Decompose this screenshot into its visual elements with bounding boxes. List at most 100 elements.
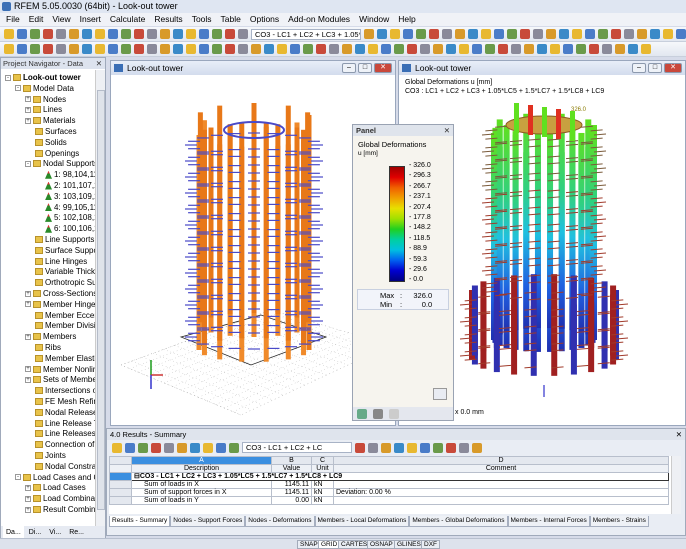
toolbar-button-icon[interactable] — [524, 44, 534, 54]
toolbar-button-icon[interactable] — [238, 44, 248, 54]
toolbar-button-icon[interactable] — [69, 29, 79, 39]
tree-item[interactable]: 4: 99,105,111 — [35, 202, 95, 213]
toolbar-button-icon[interactable] — [455, 29, 465, 39]
tree-item[interactable]: -Load Cases and Combinations — [15, 472, 95, 483]
toolbar-button-icon[interactable] — [420, 44, 430, 54]
toolbar-button-icon[interactable] — [355, 443, 365, 453]
tree-item[interactable]: 2: 101,107,11 — [35, 180, 95, 191]
toolbar-button-icon[interactable] — [4, 44, 14, 54]
toolbar-button-icon[interactable] — [507, 29, 517, 39]
toolbar-button-icon[interactable] — [420, 443, 430, 453]
toolbar-button-icon[interactable] — [407, 44, 417, 54]
tree-item[interactable]: Surfaces — [25, 126, 77, 137]
tree-item[interactable]: Line Hinges — [25, 256, 87, 267]
tree-item[interactable]: Line Releases — [25, 428, 95, 439]
toolbar-button-icon[interactable] — [377, 29, 387, 39]
toolbar-button-icon[interactable] — [641, 44, 651, 54]
expand-icon[interactable]: + — [25, 485, 31, 491]
toolbar-button-icon[interactable] — [472, 443, 482, 453]
toolbar-button-icon[interactable] — [520, 29, 530, 39]
tree-item[interactable]: -Look-out tower — [5, 72, 81, 83]
filter-tab-icon[interactable] — [389, 409, 399, 419]
tree-item[interactable]: FE Mesh Refinements — [25, 396, 95, 407]
toolbar-button-icon[interactable] — [203, 443, 213, 453]
toolbar-button-icon[interactable] — [459, 44, 469, 54]
close-button[interactable]: ✕ — [374, 63, 392, 73]
toolbar-button-icon[interactable] — [160, 44, 170, 54]
toolbar-button-icon[interactable] — [494, 29, 504, 39]
collapse-icon[interactable]: - — [15, 474, 21, 480]
toolbar-button-icon[interactable] — [481, 29, 491, 39]
close-button[interactable]: ✕ — [664, 63, 682, 73]
tree-item[interactable]: Surface Supports — [25, 245, 95, 256]
tree-item[interactable]: +Nodes — [25, 94, 66, 105]
toolbar-button-icon[interactable] — [82, 44, 92, 54]
toolbar-button-icon[interactable] — [82, 29, 92, 39]
tree-item[interactable]: -Model Data — [15, 83, 74, 94]
table-scrollbar[interactable] — [671, 456, 681, 514]
tree-item[interactable]: -Nodal Supports — [25, 158, 95, 169]
toolbar-button-icon[interactable] — [134, 29, 144, 39]
menu-add-on-modules[interactable]: Add-on Modules — [288, 13, 350, 26]
tree-item[interactable]: Solids — [25, 137, 67, 148]
navigator-scrollbar[interactable] — [95, 70, 105, 528]
toolbar-button-icon[interactable] — [433, 443, 443, 453]
toolbar-button-icon[interactable] — [151, 443, 161, 453]
toolbar-button-icon[interactable] — [30, 29, 40, 39]
menu-tools[interactable]: Tools — [192, 13, 212, 26]
menu-edit[interactable]: Edit — [29, 13, 44, 26]
toolbar-button-icon[interactable] — [381, 44, 391, 54]
close-icon[interactable]: ✕ — [444, 125, 450, 136]
toolbar-button-icon[interactable] — [43, 29, 53, 39]
toolbar-button-icon[interactable] — [121, 29, 131, 39]
toolbar-button-icon[interactable] — [95, 44, 105, 54]
grid-toggle[interactable]: GRID — [318, 540, 340, 549]
tree-item[interactable]: +Members — [25, 331, 76, 342]
table-row[interactable]: Sum of support forces in X1145.11kNDevia… — [110, 489, 669, 497]
toolbar-button-icon[interactable] — [394, 44, 404, 54]
toolbar-button-icon[interactable] — [212, 29, 222, 39]
toolbar-button-icon[interactable] — [186, 29, 196, 39]
toolbar-button-icon[interactable] — [511, 44, 521, 54]
menu-file[interactable]: File — [6, 13, 20, 26]
toolbar-button-icon[interactable] — [147, 44, 157, 54]
expand-icon[interactable]: + — [25, 334, 31, 340]
toolbar-button-icon[interactable] — [121, 44, 131, 54]
toolbar-button-icon[interactable] — [147, 29, 157, 39]
tree-item[interactable]: +Result Combinations — [25, 504, 95, 515]
toolbar-button-icon[interactable] — [598, 29, 608, 39]
toolbar-button-icon[interactable] — [446, 44, 456, 54]
toolbar-button-icon[interactable] — [546, 29, 556, 39]
panel-settings-button[interactable] — [433, 388, 447, 400]
toolbar-button-icon[interactable] — [550, 44, 560, 54]
toolbar-button-icon[interactable] — [676, 29, 686, 39]
toolbar-button-icon[interactable] — [238, 29, 248, 39]
toolbar-button-icon[interactable] — [190, 443, 200, 453]
toolbar-button-icon[interactable] — [563, 44, 573, 54]
tree-item[interactable]: 6: 100,106,11 — [35, 223, 95, 234]
tab-nodes-deformations[interactable]: Nodes - Deformations — [245, 516, 314, 527]
close-icon[interactable]: ✕ — [676, 429, 682, 440]
toolbar-button-icon[interactable] — [186, 44, 196, 54]
toolbar-button-icon[interactable] — [17, 44, 27, 54]
toolbar-button-icon[interactable] — [572, 29, 582, 39]
toolbar-button-icon[interactable] — [407, 443, 417, 453]
toolbar-button-icon[interactable] — [446, 443, 456, 453]
toolbar-button-icon[interactable] — [134, 44, 144, 54]
toolbar-button-icon[interactable] — [468, 29, 478, 39]
tree-item[interactable]: +Member Hinges — [25, 299, 95, 310]
toolbar-button-icon[interactable] — [637, 29, 647, 39]
toolbar-button-icon[interactable] — [498, 44, 508, 54]
expand-icon[interactable]: + — [25, 366, 31, 372]
tree-item[interactable]: Line Release Types — [25, 418, 95, 429]
toolbar-button-icon[interactable] — [229, 443, 239, 453]
toolbar-button-icon[interactable] — [537, 44, 547, 54]
toolbar-button-icon[interactable] — [650, 29, 660, 39]
toolbar-button-icon[interactable] — [177, 443, 187, 453]
expand-icon[interactable]: + — [25, 496, 31, 502]
tree-item[interactable]: Joints — [25, 450, 66, 461]
osnap-toggle[interactable]: OSNAP — [367, 540, 396, 549]
toolbar-button-icon[interactable] — [381, 443, 391, 453]
toolbar-button-icon[interactable] — [108, 44, 118, 54]
expand-icon[interactable]: + — [25, 301, 31, 307]
